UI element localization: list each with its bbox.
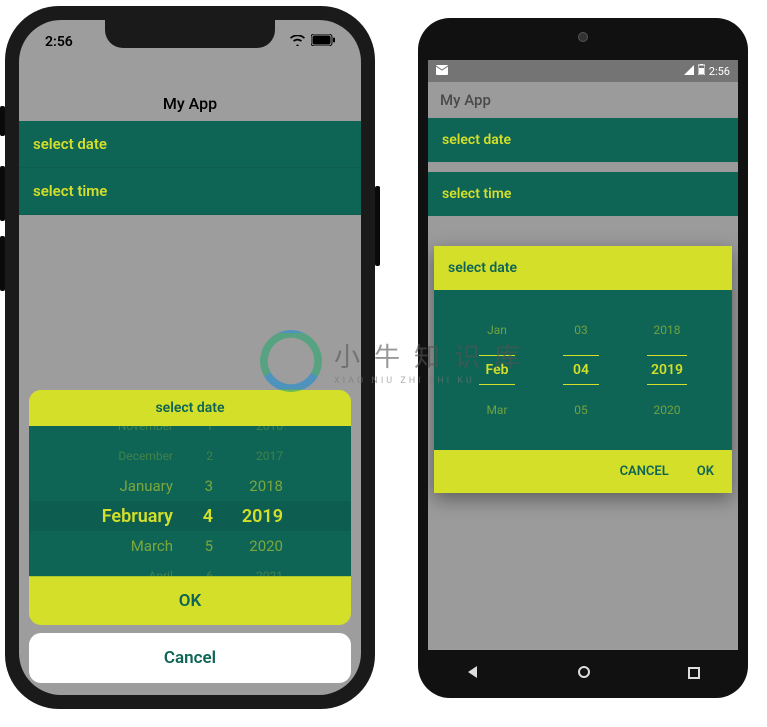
android-year-selected: 2019 (647, 355, 687, 385)
android-frame: 2:56 My App select date select time sele… (418, 18, 748, 698)
ios-cancel-button[interactable]: Cancel (29, 633, 351, 683)
android-status-time: 2:56 (709, 65, 730, 78)
ios-picker-selected-row: February42019 (29, 501, 351, 531)
android-nav-bar (418, 658, 748, 688)
signal-icon (684, 65, 694, 78)
android-month-selected: Feb (479, 355, 515, 385)
recents-icon[interactable] (688, 664, 700, 683)
iphone-notch (105, 20, 275, 48)
email-icon (436, 65, 448, 78)
ios-picker-wheel[interactable]: November12016 December22017 January32018… (29, 426, 351, 576)
android-select-date-row[interactable]: select date (428, 118, 738, 162)
android-cancel-button[interactable]: CANCEL (620, 464, 669, 479)
android-year-column[interactable]: 2018 2019 2020 (647, 323, 687, 417)
android-month-column[interactable]: Jan Feb Mar (479, 323, 515, 417)
android-select-time-row[interactable]: select time (428, 172, 738, 216)
android-screen: 2:56 My App select date select time sele… (428, 60, 738, 650)
android-ok-button[interactable]: OK (697, 464, 714, 479)
android-day-selected: 04 (563, 355, 599, 385)
iphone-volume-up (0, 166, 5, 221)
ios-app-title: My App (19, 90, 361, 121)
android-picker-title: select date (434, 246, 732, 290)
android-app-title: My App (428, 82, 738, 118)
iphone-screen: 2:56 My App select date select time sele… (19, 20, 361, 695)
ios-date-picker: select date November12016 December22017 … (29, 390, 351, 683)
android-day-column[interactable]: 03 04 05 (563, 323, 599, 417)
ios-picker-title: select date (29, 390, 351, 426)
iphone-frame: 2:56 My App select date select time sele… (5, 6, 375, 709)
iphone-volume-down (0, 236, 5, 291)
android-status-bar: 2:56 (428, 60, 738, 82)
ios-select-date-row[interactable]: select date (19, 121, 361, 168)
battery-icon (698, 64, 705, 78)
back-icon[interactable] (466, 664, 480, 683)
android-camera (578, 32, 588, 42)
iphone-power-button (375, 186, 380, 266)
android-picker-body[interactable]: Jan Feb Mar 03 04 05 2018 2019 2020 (434, 290, 732, 450)
iphone-mute-switch (0, 106, 5, 136)
ios-select-time-row[interactable]: select time (19, 168, 361, 215)
home-icon[interactable] (577, 664, 591, 683)
android-date-picker: select date Jan Feb Mar 03 04 05 2018 20… (434, 246, 732, 493)
ios-ok-button[interactable]: OK (29, 576, 351, 625)
